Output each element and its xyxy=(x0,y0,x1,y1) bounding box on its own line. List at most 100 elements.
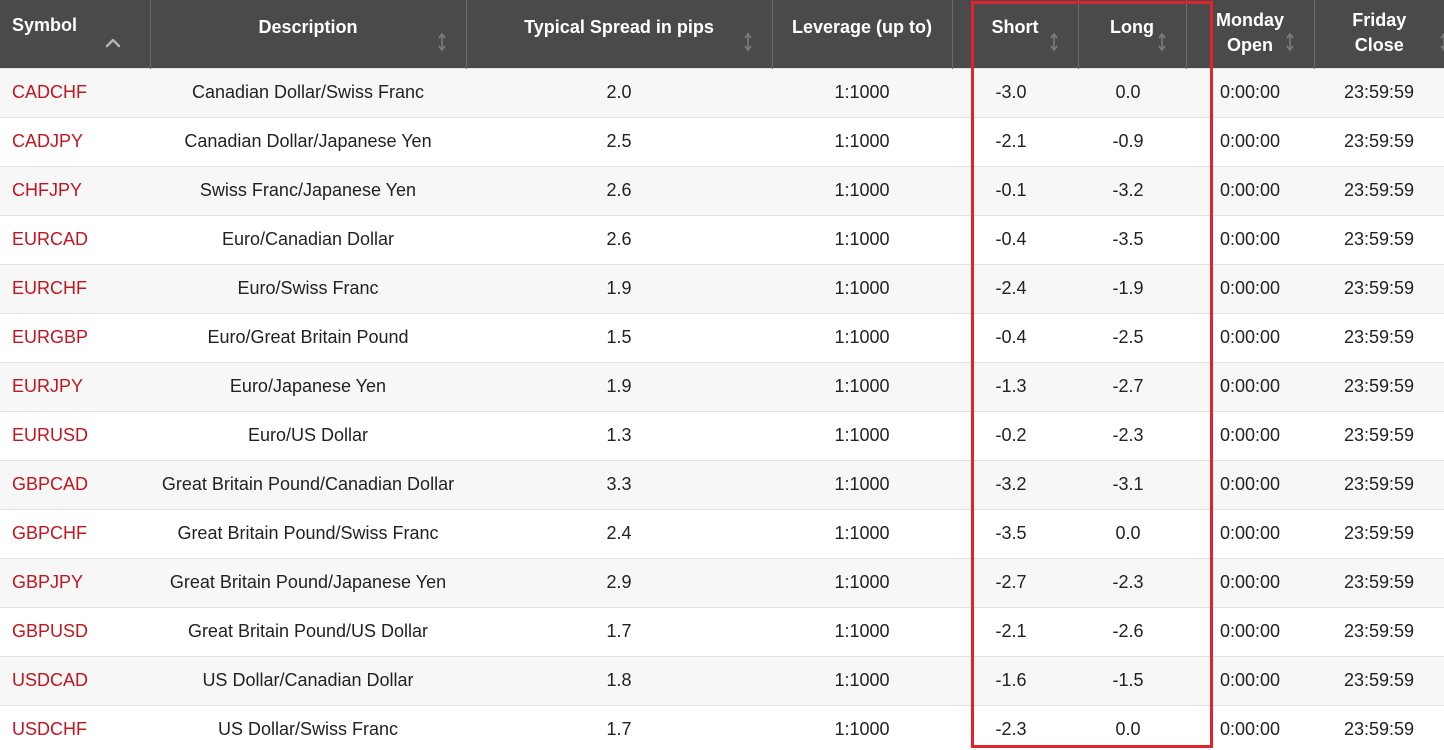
cell-short: -1.3 xyxy=(952,361,1078,411)
cell-leverage: 1:1000 xyxy=(772,557,952,607)
column-header-label: Typical Spread in pips xyxy=(524,17,714,38)
cell-friday-close: 23:59:59 xyxy=(1314,312,1444,362)
cell-long: -3.2 xyxy=(1078,165,1186,215)
cell-symbol[interactable]: GBPCAD xyxy=(0,459,150,509)
column-header-monday-open[interactable]: Monday Open xyxy=(1185,0,1314,68)
cell-short: -3.2 xyxy=(952,459,1078,509)
table-row: USDCAD US Dollar/Canadian Dollar 1.8 1:1000… xyxy=(0,655,1444,705)
cell-friday-close: 23:59:59 xyxy=(1314,410,1444,460)
forex-table-panel: Symbol Description Typical Spread in pip… xyxy=(0,0,1444,750)
column-header-symbol[interactable]: Symbol xyxy=(0,0,150,68)
cell-short: -0.4 xyxy=(952,312,1078,362)
cell-monday-open: 0:00:00 xyxy=(1186,410,1314,460)
cell-symbol[interactable]: CHFJPY xyxy=(0,165,150,215)
cell-monday-open: 0:00:00 xyxy=(1186,312,1314,362)
cell-symbol[interactable]: EURCHF xyxy=(0,263,150,313)
cell-long: -1.5 xyxy=(1078,655,1186,705)
cell-spread: 1.3 xyxy=(466,410,772,460)
cell-monday-open: 0:00:00 xyxy=(1186,214,1314,264)
sort-updown-icon[interactable] xyxy=(1438,32,1444,52)
cell-description: Great Britain Pound/Japanese Yen xyxy=(150,557,466,607)
cell-symbol[interactable]: GBPUSD xyxy=(0,606,150,656)
cell-leverage: 1:1000 xyxy=(772,67,952,117)
table-row: GBPCHF Great Britain Pound/Swiss Franc 2.4… xyxy=(0,508,1444,558)
cell-friday-close: 23:59:59 xyxy=(1314,508,1444,558)
cell-friday-close: 23:59:59 xyxy=(1314,704,1444,750)
cell-leverage: 1:1000 xyxy=(772,361,952,411)
cell-short: -0.1 xyxy=(952,165,1078,215)
cell-monday-open: 0:00:00 xyxy=(1186,263,1314,313)
cell-symbol[interactable]: CADJPY xyxy=(0,116,150,166)
cell-friday-close: 23:59:59 xyxy=(1314,606,1444,656)
cell-long: 0.0 xyxy=(1078,67,1186,117)
sort-updown-icon[interactable] xyxy=(436,32,448,52)
cell-symbol[interactable]: USDCAD xyxy=(0,655,150,705)
cell-spread: 1.7 xyxy=(466,606,772,656)
column-header-label: Description xyxy=(258,17,358,38)
cell-description: Euro/Canadian Dollar xyxy=(150,214,466,264)
cell-short: -0.4 xyxy=(952,214,1078,264)
cell-friday-close: 23:59:59 xyxy=(1314,67,1444,117)
sort-updown-icon[interactable] xyxy=(1048,32,1060,52)
cell-symbol[interactable]: EURJPY xyxy=(0,361,150,411)
cell-spread: 1.8 xyxy=(466,655,772,705)
cell-description: Great Britain Pound/US Dollar xyxy=(150,606,466,656)
sort-updown-icon[interactable] xyxy=(1284,32,1296,52)
cell-spread: 2.5 xyxy=(466,116,772,166)
cell-monday-open: 0:00:00 xyxy=(1186,361,1314,411)
table-row: EURCAD Euro/Canadian Dollar 2.6 1:1000 -0.4-… xyxy=(0,214,1444,264)
cell-short: -2.4 xyxy=(952,263,1078,313)
column-header-label: Leverage (up to) xyxy=(791,17,933,38)
cell-symbol[interactable]: EURUSD xyxy=(0,410,150,460)
cell-long: -2.6 xyxy=(1078,606,1186,656)
cell-leverage: 1:1000 xyxy=(772,606,952,656)
cell-short: -2.1 xyxy=(952,606,1078,656)
cell-symbol[interactable]: GBPCHF xyxy=(0,508,150,558)
cell-symbol[interactable]: EURCAD xyxy=(0,214,150,264)
column-header-label-line1: Friday xyxy=(1352,9,1407,30)
cell-symbol[interactable]: USDCHF xyxy=(0,704,150,750)
cell-description: Canadian Dollar/Swiss Franc xyxy=(150,67,466,117)
cell-monday-open: 0:00:00 xyxy=(1186,116,1314,166)
table-row: USDCHF US Dollar/Swiss Franc 1.7 1:1000 -2.3… xyxy=(0,704,1444,750)
cell-symbol[interactable]: CADCHF xyxy=(0,67,150,117)
sort-ascending-icon[interactable] xyxy=(105,38,121,48)
cell-description: US Dollar/Swiss Franc xyxy=(150,704,466,750)
cell-symbol[interactable]: GBPJPY xyxy=(0,557,150,607)
table-row: GBPUSD Great Britain Pound/US Dollar 1.7 1:… xyxy=(0,606,1444,656)
cell-leverage: 1:1000 xyxy=(772,459,952,509)
cell-friday-close: 23:59:59 xyxy=(1314,263,1444,313)
header-row: Symbol Description Typical Spread in pip… xyxy=(0,0,1444,68)
cell-spread: 2.6 xyxy=(466,214,772,264)
cell-spread: 1.9 xyxy=(466,361,772,411)
column-header-label-line2: Open xyxy=(1226,34,1273,55)
cell-short: -0.2 xyxy=(952,410,1078,460)
column-header-short[interactable]: Short xyxy=(951,0,1078,68)
cell-monday-open: 0:00:00 xyxy=(1186,508,1314,558)
cell-description: Euro/Japanese Yen xyxy=(150,361,466,411)
column-header-spread[interactable]: Typical Spread in pips xyxy=(465,0,772,68)
cell-monday-open: 0:00:00 xyxy=(1186,67,1314,117)
cell-long: -2.7 xyxy=(1078,361,1186,411)
sort-updown-icon[interactable] xyxy=(742,32,754,52)
cell-long: 0.0 xyxy=(1078,704,1186,750)
column-header-long[interactable]: Long xyxy=(1077,0,1186,68)
cell-monday-open: 0:00:00 xyxy=(1186,459,1314,509)
cell-friday-close: 23:59:59 xyxy=(1314,459,1444,509)
cell-leverage: 1:1000 xyxy=(772,704,952,750)
table-header: Symbol Description Typical Spread in pip… xyxy=(0,0,1444,68)
cell-symbol[interactable]: EURGBP xyxy=(0,312,150,362)
sort-updown-icon[interactable] xyxy=(1156,32,1168,52)
column-header-friday-close[interactable]: Friday Close xyxy=(1313,0,1444,68)
cell-description: US Dollar/Canadian Dollar xyxy=(150,655,466,705)
column-header-leverage[interactable]: Leverage (up to) xyxy=(771,0,952,68)
column-header-description[interactable]: Description xyxy=(149,0,466,68)
cell-spread: 1.5 xyxy=(466,312,772,362)
cell-leverage: 1:1000 xyxy=(772,214,952,264)
cell-friday-close: 23:59:59 xyxy=(1314,361,1444,411)
table-row: GBPJPY Great Britain Pound/Japanese Yen 2.… xyxy=(0,557,1444,607)
cell-monday-open: 0:00:00 xyxy=(1186,165,1314,215)
cell-spread: 1.9 xyxy=(466,263,772,313)
table-row: EURCHF Euro/Swiss Franc 1.9 1:1000 -2.4 -1.9 0… xyxy=(0,263,1444,313)
cell-long: -2.5 xyxy=(1078,312,1186,362)
